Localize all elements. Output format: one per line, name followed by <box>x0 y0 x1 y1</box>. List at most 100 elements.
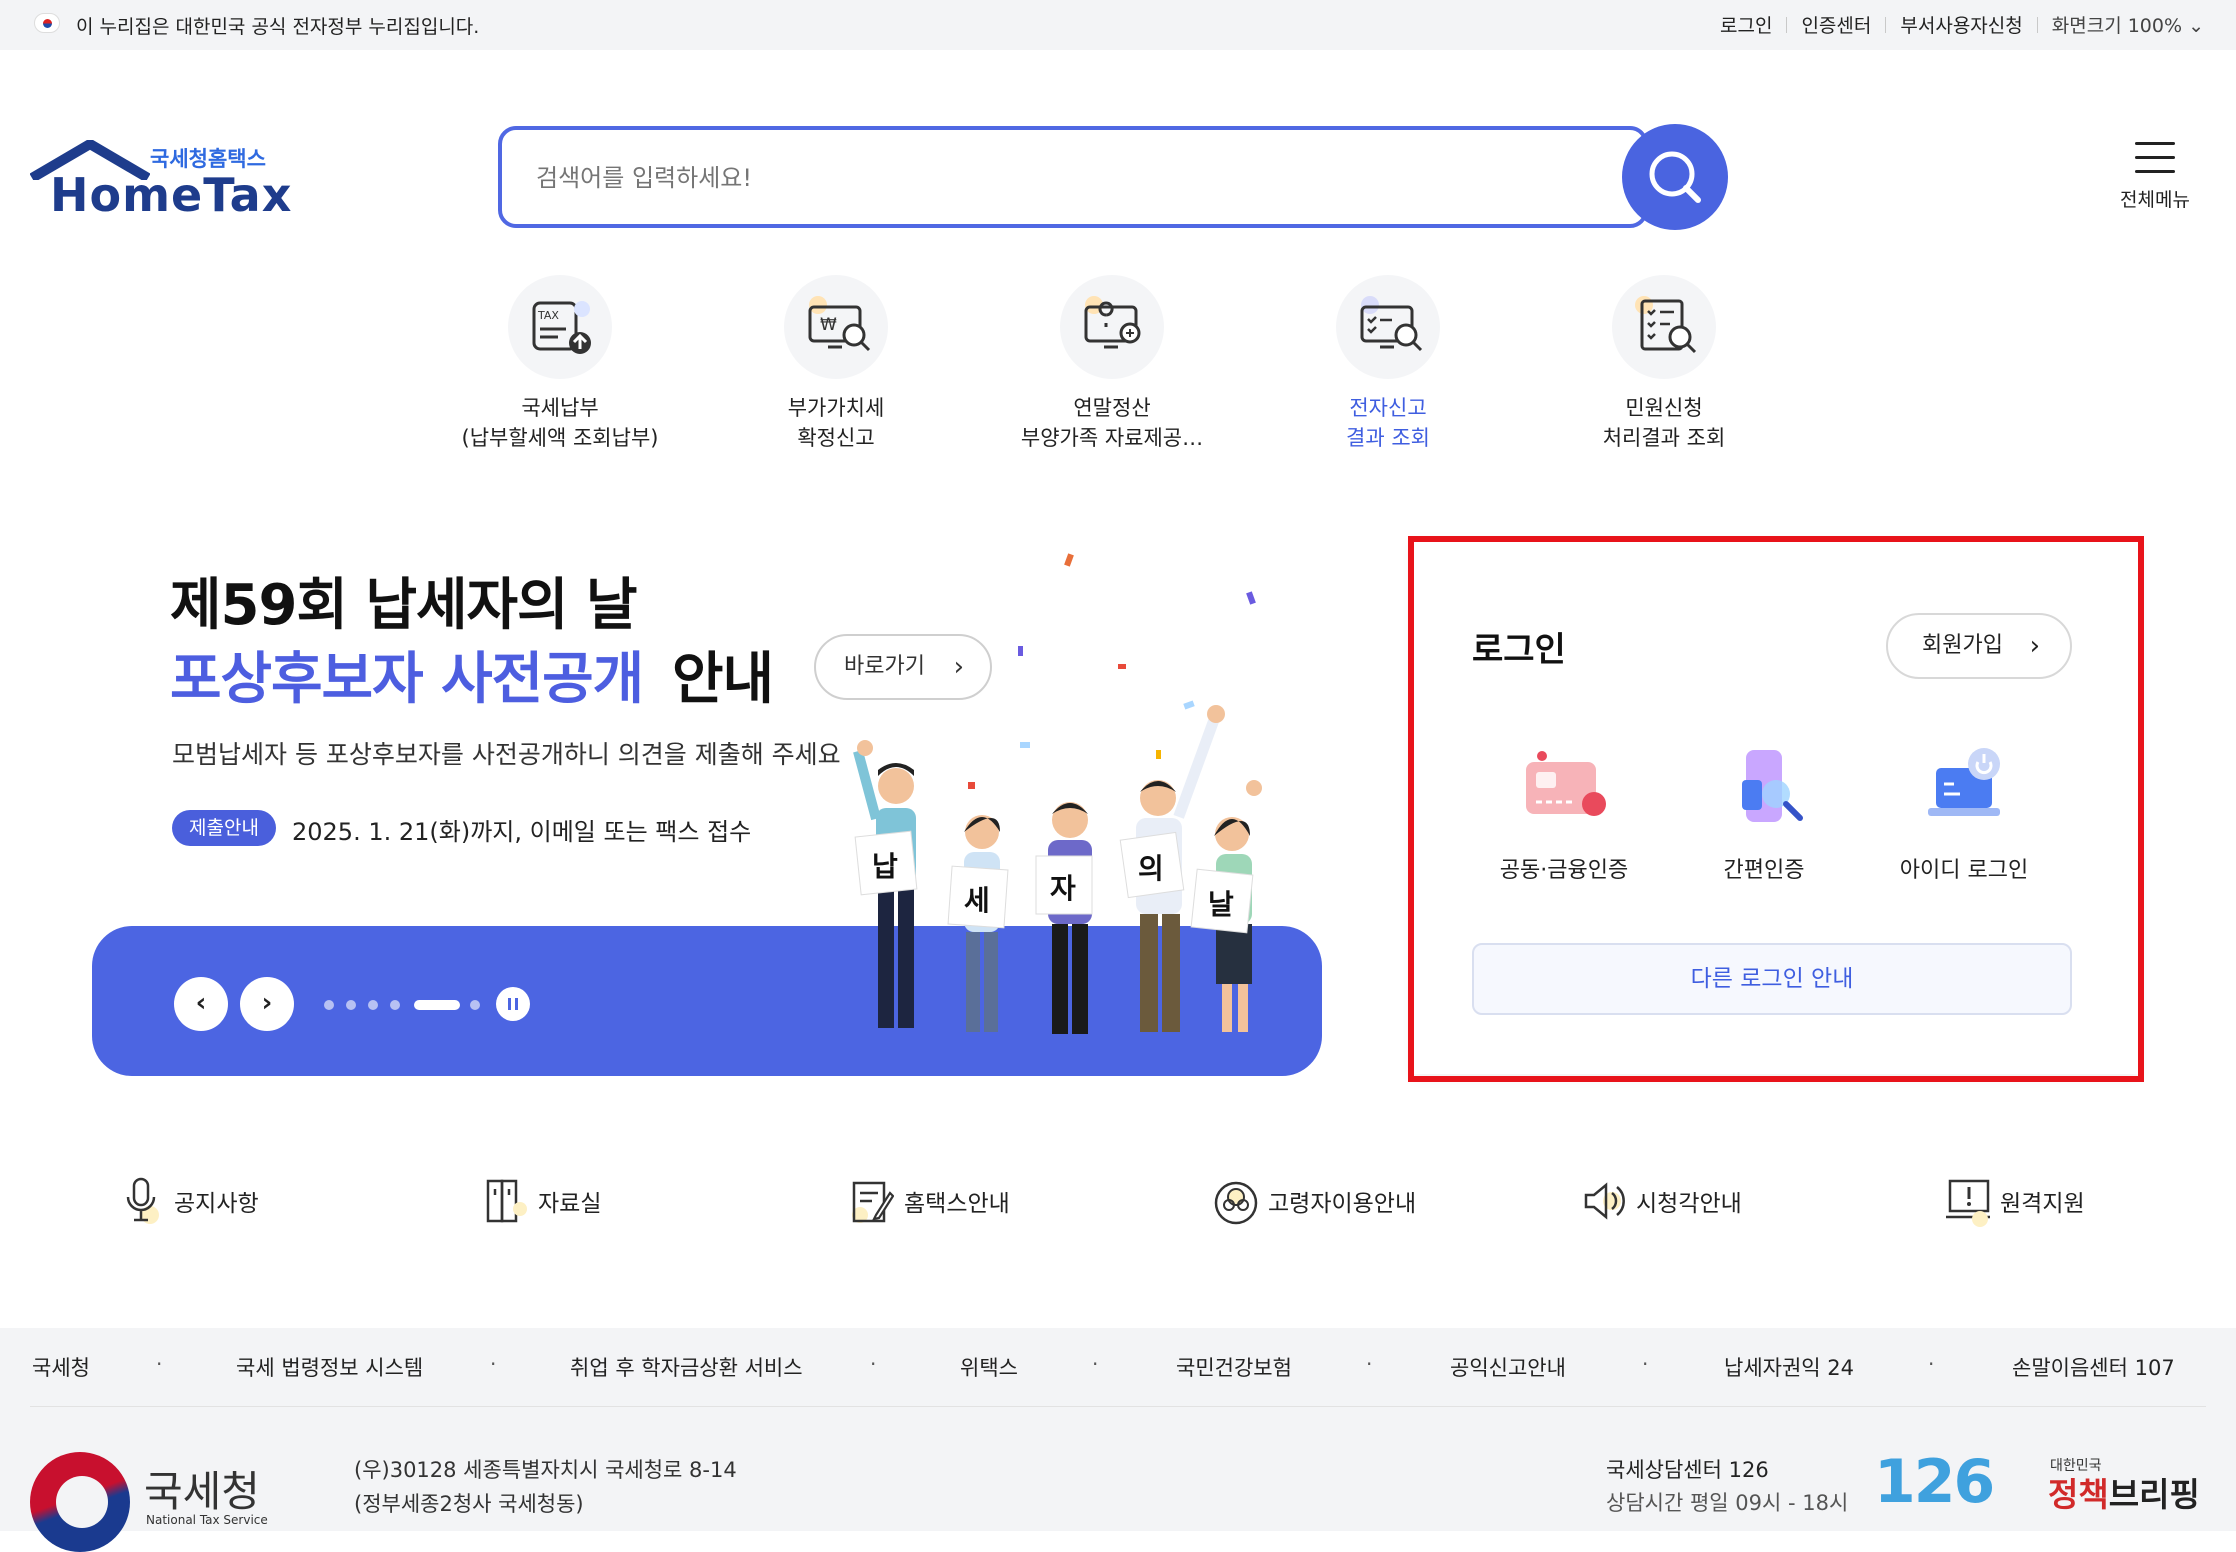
quick-menu-label: 전자신고 결과 조회 <box>1346 396 1430 450</box>
login-option-simple[interactable]: 간편인증 <box>1664 740 1864 884</box>
tax-payment-icon: TAX <box>508 275 612 379</box>
related-link-student-loan[interactable]: 취업 후 학자금상환 서비스 <box>570 1352 803 1382</box>
id-login-laptop-icon <box>1914 740 2014 840</box>
banner-dot[interactable] <box>346 1000 356 1010</box>
login-option-label: 아이디 로그인 <box>1899 858 2029 883</box>
service-notice[interactable]: 공지사항 <box>120 1172 259 1230</box>
divider <box>30 1406 2206 1407</box>
banner-title-highlight: 포상후보자 사전공개 <box>170 647 644 712</box>
banner-dot[interactable] <box>470 1000 480 1010</box>
cert-center-link[interactable]: 인증센터 <box>1801 11 1871 38</box>
quick-menu-label: 부가가치세 확정신고 <box>787 396 885 450</box>
service-elderly-guide[interactable]: 고령자이용안내 <box>1214 1172 1416 1230</box>
microphone-icon <box>120 1175 164 1227</box>
submission-date: 2025. 1. 21(화)까지, 이메일 또는 팩스 접수 <box>292 818 752 846</box>
sign-letter: 의 <box>1138 852 1164 885</box>
archive-icon <box>484 1175 528 1227</box>
quick-menu-vat[interactable]: ₩ 부가가치세 확정신고 <box>696 275 976 453</box>
separator-dot: · <box>156 1352 163 1376</box>
government-notice[interactable]: 이 누리집은 대한민국 공식 전자정부 누리집입니다. <box>76 12 479 39</box>
related-link-law[interactable]: 국세 법령정보 시스템 <box>236 1352 423 1382</box>
separator-dot: · <box>1928 1352 1935 1376</box>
related-link-public-report[interactable]: 공익신고안내 <box>1450 1352 1566 1382</box>
hamburger-icon <box>2135 142 2175 173</box>
service-label: 원격지원 <box>2000 1191 2085 1217</box>
sign-letter: 세 <box>964 884 990 917</box>
logo-title: HomeTax <box>50 168 293 222</box>
separator-dot: · <box>490 1352 497 1376</box>
quick-menu-petition[interactable]: 민원신청 처리결과 조회 <box>1524 275 1804 453</box>
related-link-wetax[interactable]: 위택스 <box>960 1352 1018 1382</box>
banner-title-rest: 안내 <box>672 647 774 712</box>
chevron-right-icon: › <box>2029 631 2040 661</box>
banner-pause-button[interactable] <box>496 987 530 1021</box>
utility-links: 로그인 인증센터 부서사용자신청 화면크기 100% ⌄ <box>1720 11 2204 38</box>
zoom-selector[interactable]: 화면크기 100% ⌄ <box>2052 11 2204 38</box>
svg-text:₩: ₩ <box>820 315 837 335</box>
quick-menu-e-filing[interactable]: 전자신고 결과 조회 <box>1248 275 1528 453</box>
zoom-label: 화면크기 100% <box>2051 15 2183 37</box>
signup-label: 회원가입 <box>1922 633 2003 658</box>
service-label: 홈택스안내 <box>904 1191 1010 1217</box>
all-menu-label: 전체메뉴 <box>2120 189 2190 211</box>
dept-user-link[interactable]: 부서사용자신청 <box>1900 11 2022 38</box>
all-menu-button[interactable]: 전체메뉴 <box>2110 138 2200 218</box>
related-link-health-insurance[interactable]: 국민건강보험 <box>1176 1352 1292 1382</box>
certificate-card-icon <box>1514 740 1614 840</box>
elderly-icon <box>1214 1175 1258 1227</box>
sign-letter: 납 <box>872 850 898 883</box>
login-option-certificate[interactable]: 공동·금융인증 <box>1464 740 1664 884</box>
search-button[interactable] <box>1622 124 1728 230</box>
service-hometax-guide[interactable]: 홈택스안내 <box>850 1172 1010 1230</box>
government-banner-bar: 이 누리집은 대한민국 공식 전자정부 누리집입니다. 로그인 인증센터 부서사… <box>0 0 2236 50</box>
guide-document-icon <box>850 1175 895 1227</box>
nts-emblem-icon <box>30 1452 130 1552</box>
search-icon <box>1649 151 1701 203</box>
banner-dot-active[interactable] <box>414 1000 460 1010</box>
submission-tag: 제출안내 <box>172 810 276 846</box>
quick-menu-tax-payment[interactable]: TAX 국세납부 (납부할세액 조회납부) <box>420 275 700 453</box>
service-audiovisual[interactable]: 시청각안내 <box>1582 1172 1742 1230</box>
login-option-label: 간편인증 <box>1723 858 1805 883</box>
quick-menu-label: 연말정산 부양가족 자료제공… <box>1020 396 1204 450</box>
other-login-guide-button[interactable]: 다른 로그인 안내 <box>1472 943 2072 1015</box>
separator-dot: · <box>1642 1352 1649 1376</box>
related-link-taxpayer-rights[interactable]: 납세자권익 24 <box>1724 1352 1854 1382</box>
banner-next-button[interactable]: › <box>240 977 294 1031</box>
simple-auth-icon <box>1714 740 1814 840</box>
login-title: 로그인 <box>1472 630 1566 670</box>
separator-dot: · <box>1092 1352 1099 1376</box>
svg-text:TAX: TAX <box>537 309 559 322</box>
related-sites-bar: 국세청 · 국세 법령정보 시스템 · 취업 후 학자금상환 서비스 · 위택스… <box>0 1328 2236 1408</box>
signup-button[interactable]: 회원가입 › <box>1886 613 2072 679</box>
quick-menu-year-end[interactable]: 연말정산 부양가족 자료제공… <box>972 275 1252 453</box>
quick-menu-label: 민원신청 처리결과 조회 <box>1602 396 1726 450</box>
org-name-en: National Tax Service <box>146 1513 268 1527</box>
banner-prev-button[interactable]: ‹ <box>174 977 228 1031</box>
call-center-126-logo[interactable]: 126 <box>1874 1448 1998 1516</box>
service-remote-support[interactable]: 원격지원 <box>1946 1172 2085 1230</box>
korea-flag-icon <box>34 13 60 33</box>
banner-dot[interactable] <box>324 1000 334 1010</box>
login-option-id[interactable]: 아이디 로그인 <box>1864 740 2064 884</box>
related-link-nts[interactable]: 국세청 <box>32 1352 90 1382</box>
pause-icon <box>508 998 511 1010</box>
sign-letter: 날 <box>1208 888 1234 921</box>
banner-title: 제59회 납세자의 날 <box>170 573 638 638</box>
search-box <box>498 126 1648 228</box>
address-line: (우)30128 세종특별자치시 국세청로 8-14 <box>354 1458 737 1482</box>
login-link[interactable]: 로그인 <box>1720 11 1772 38</box>
briefing-logo-b: 브리핑 <box>2108 1475 2200 1514</box>
search-input[interactable] <box>536 158 1536 198</box>
separator-dot: · <box>870 1352 877 1376</box>
call-center-title: 국세상담센터 126 <box>1606 1458 1769 1482</box>
banner-dot[interactable] <box>390 1000 400 1010</box>
chevron-down-icon: ⌄ <box>2188 15 2204 37</box>
policy-briefing-logo[interactable]: 정책브리핑 <box>2048 1468 2200 1516</box>
banner-dot[interactable] <box>368 1000 378 1010</box>
separator-dot: · <box>1366 1352 1373 1376</box>
related-link-relay-center[interactable]: 손말이음센터 107 <box>2012 1352 2175 1382</box>
hometax-logo[interactable]: 국세청홈택스 HomeTax <box>30 140 291 222</box>
e-filing-result-icon <box>1336 275 1440 379</box>
service-archive[interactable]: 자료실 <box>484 1172 601 1230</box>
